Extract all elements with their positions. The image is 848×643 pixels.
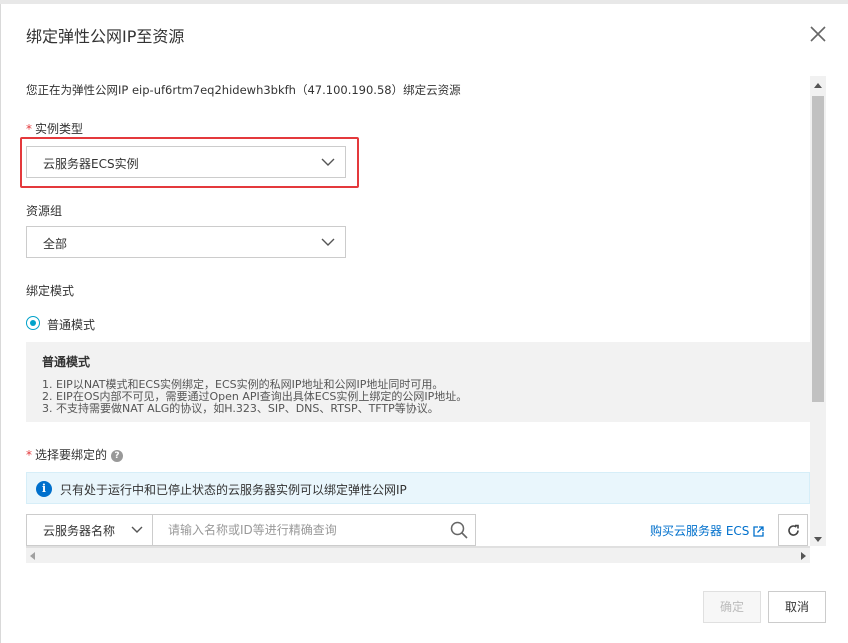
dialog-title: 绑定弹性公网IP至资源 <box>26 27 185 46</box>
search-input[interactable] <box>154 515 444 545</box>
vertical-scrollbar[interactable] <box>810 76 826 546</box>
intro-text: 您正在为弹性公网IP eip-uf6rtm7eq2hidewh3bkfh（47.… <box>26 83 461 97</box>
chevron-down-icon <box>321 238 335 246</box>
bind-mode-label: 绑定模式 <box>26 284 75 298</box>
confirm-button[interactable]: 确定 <box>703 591 761 623</box>
select-target-label-text: 选择要绑定的 <box>35 448 108 462</box>
buy-ecs-link-text: 购买云服务器 ECS <box>650 524 750 538</box>
resource-group-select[interactable]: 全部 <box>26 226 346 258</box>
instance-type-label-text: 实例类型 <box>35 122 84 136</box>
cancel-button[interactable]: 取消 <box>768 591 826 623</box>
mode-info-box: 普通模式 1. EIP以NAT模式和ECS实例绑定，ECS实例的私网IP地址和公… <box>26 342 810 422</box>
table-edge <box>26 546 810 548</box>
mode-info-line: 3. 不支持需要做NAT ALG的协议，如H.323、SIP、DNS、RTSP、… <box>42 402 439 415</box>
scroll-up-icon[interactable] <box>814 83 822 88</box>
normal-mode-radio[interactable] <box>26 316 40 330</box>
dialog-footer: 确定 取消 <box>1 591 848 643</box>
scroll-down-icon[interactable] <box>814 537 822 542</box>
required-mark: * <box>26 448 32 462</box>
scroll-right-icon[interactable] <box>801 552 806 560</box>
normal-mode-label[interactable]: 普通模式 <box>47 316 95 333</box>
scrollbar-thumb[interactable] <box>812 96 824 402</box>
notice-text: 只有处于运行中和已停止状态的云服务器实例可以绑定弹性公网IP <box>60 483 407 497</box>
refresh-icon <box>788 524 799 536</box>
select-target-label: * 选择要绑定的? <box>26 446 124 463</box>
search-field-value: 云服务器名称 <box>43 524 116 538</box>
search-icon[interactable] <box>450 521 468 539</box>
resource-group-label: 资源组 <box>26 204 63 218</box>
required-mark: * <box>26 122 32 136</box>
dialog-body: 您正在为弹性公网IP eip-uf6rtm7eq2hidewh3bkfh（47.… <box>1 76 826 564</box>
help-icon[interactable]: ? <box>111 449 124 462</box>
bind-eip-dialog: 绑定弹性公网IP至资源 您正在为弹性公网IP eip-uf6rtm7eq2hid… <box>0 4 848 643</box>
resource-group-value: 全部 <box>43 237 68 251</box>
buy-ecs-link[interactable]: 购买云服务器 ECS <box>650 522 765 539</box>
info-icon: i <box>36 481 52 497</box>
chevron-down-icon <box>131 526 143 533</box>
info-notice: i 只有处于运行中和已停止状态的云服务器实例可以绑定弹性公网IP <box>26 472 810 504</box>
refresh-button[interactable] <box>778 514 808 546</box>
instance-type-value: 云服务器ECS实例 <box>43 157 139 171</box>
instance-type-select[interactable]: 云服务器ECS实例 <box>26 146 346 178</box>
instance-type-label: * 实例类型 <box>26 120 83 137</box>
search-bar: 云服务器名称 <box>26 514 476 546</box>
search-field-select[interactable]: 云服务器名称 <box>27 515 153 545</box>
horizontal-scrollbar[interactable] <box>26 546 810 563</box>
mode-info-title: 普通模式 <box>42 355 91 369</box>
scroll-left-icon[interactable] <box>30 552 35 560</box>
external-link-icon <box>753 526 765 537</box>
close-icon[interactable] <box>806 22 830 46</box>
chevron-down-icon <box>321 158 335 166</box>
